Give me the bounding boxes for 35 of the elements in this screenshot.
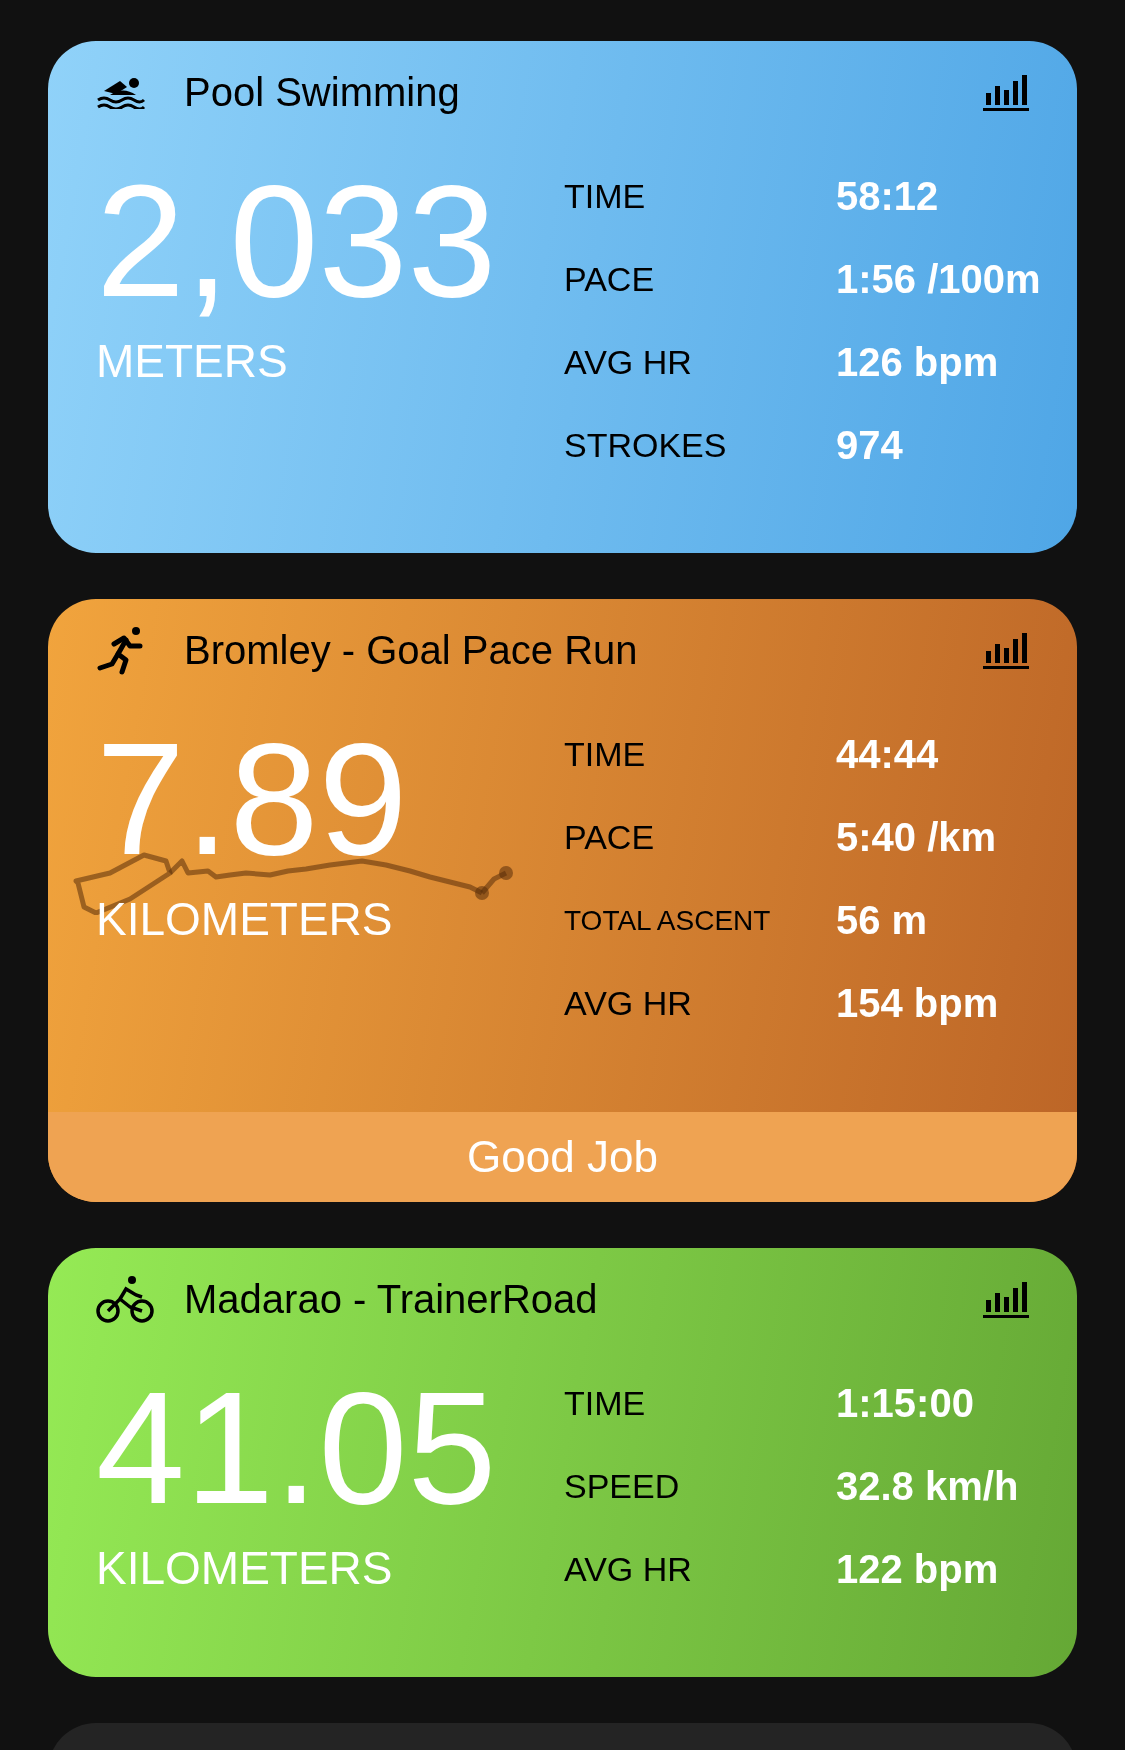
distance-unit: KILOMETERS	[96, 1545, 394, 1591]
stat-value: 974	[836, 423, 904, 468]
activity-title: Bromley - Goal Pace Run	[184, 627, 639, 673]
stat-label: AVG HR	[564, 1550, 693, 1589]
stat-value: 1:56 /100m	[836, 257, 1042, 302]
stat-value: 44:44	[836, 732, 940, 777]
activity-title: Pool Swimming	[184, 69, 461, 115]
stat-value: 1:15:00	[836, 1381, 975, 1426]
stat-label: SPEED	[564, 1467, 681, 1506]
stat-value: 122 bpm	[836, 1547, 1000, 1592]
distance-unit: METERS	[96, 338, 289, 384]
feedback-banner: Good Job	[48, 1112, 1077, 1202]
stat-label: AVG HR	[564, 984, 693, 1023]
activity-title: Madarao - TrainerRoad	[184, 1276, 599, 1322]
distance-value: 2,033	[96, 161, 498, 321]
stat-value: 126 bpm	[836, 340, 1000, 385]
stat-value: 58:12	[836, 174, 940, 219]
distance-unit: KILOMETERS	[96, 896, 394, 942]
stat-label: TIME	[564, 177, 647, 216]
distance-value: 7.89	[96, 719, 409, 879]
stat-label: PACE	[564, 260, 656, 299]
stat-value: 32.8 km/h	[836, 1464, 1020, 1509]
activity-card[interactable]: Pool Swimming 2,033 METERS TIME 58:12 PACE 1:56 /100m AVG HR 126 bpm STROKES 974	[48, 41, 1077, 553]
stat-value: 5:40 /km	[836, 815, 998, 860]
stat-label: AVG HR	[564, 343, 693, 382]
stat-label: TIME	[564, 1384, 647, 1423]
distance-value: 41.05	[96, 1368, 498, 1528]
activity-card[interactable]: Bromley - Goal Pace Run 7.89 KILOMETERS TIME 44:44 PACE 5:40 /km TOTAL ASCENT 56 m AVG HR 154 bpm Good Job	[48, 599, 1077, 1202]
activity-card[interactable]: Madarao - TrainerRoad 41.05 KILOMETERS TIME 1:15:00 SPEED 32.8 km/h AVG HR 122 bpm	[48, 1248, 1077, 1677]
stat-label: TOTAL ASCENT	[564, 904, 772, 937]
stat-label: TIME	[564, 735, 647, 774]
stat-label: STROKES	[564, 426, 728, 465]
stat-value: 56 m	[836, 898, 929, 943]
stat-label: PACE	[564, 818, 656, 857]
stat-value: 154 bpm	[836, 981, 1000, 1026]
